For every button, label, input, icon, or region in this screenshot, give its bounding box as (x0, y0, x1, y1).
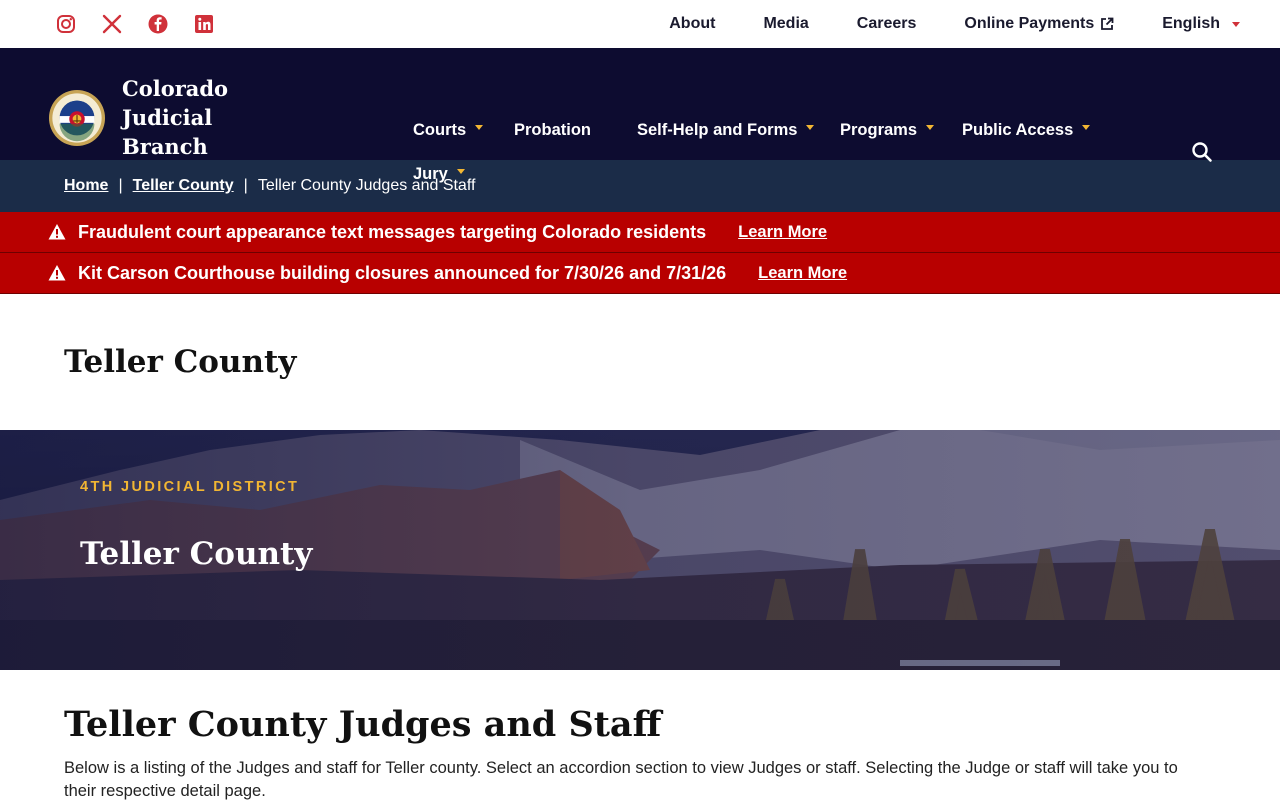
nav-jury[interactable]: Jury (413, 165, 465, 184)
brand-home-link[interactable]: Colorado Judicial Branch (48, 74, 322, 161)
language-selector[interactable]: English (1162, 15, 1240, 33)
social-links (56, 14, 214, 34)
caret-down-icon (926, 125, 935, 130)
colorado-courts-seal-icon (48, 89, 106, 146)
utility-links: About Media Careers Online Payments Engl… (669, 15, 1240, 33)
x-icon[interactable] (102, 14, 122, 34)
nav-programs[interactable]: Programs (840, 121, 935, 140)
nav-courts-label: Courts (413, 121, 467, 139)
nav-probation[interactable]: Probation (514, 121, 591, 140)
nav-public-access-label: Public Access (962, 121, 1074, 139)
brand-name-line1: Colorado Judicial (122, 76, 229, 130)
warning-icon (48, 265, 66, 281)
brand-name: Colorado Judicial Branch (122, 74, 322, 161)
utility-bar: About Media Careers Online Payments Engl… (0, 0, 1280, 48)
breadcrumb-home[interactable]: Home (64, 177, 108, 195)
breadcrumb-separator: | (118, 177, 123, 194)
online-payments-link[interactable]: Online Payments (964, 15, 1114, 33)
main-content: Teller County Judges and Staff Below is … (0, 670, 1280, 800)
media-link[interactable]: Media (763, 15, 808, 33)
nav-jury-label: Jury (413, 165, 448, 183)
alert-learn-more-link[interactable]: Learn More (758, 264, 847, 283)
caret-down-icon (1082, 125, 1091, 130)
alert-banner: Fraudulent court appearance text message… (0, 212, 1280, 253)
online-payments-label: Online Payments (964, 15, 1095, 32)
nav-programs-label: Programs (840, 121, 918, 139)
caret-down-icon (456, 169, 465, 174)
nav-self-help-label: Self-Help and Forms (637, 121, 798, 139)
county-title-section: Teller County (0, 294, 1280, 430)
careers-link[interactable]: Careers (857, 15, 917, 33)
nav-probation-label: Probation (514, 121, 591, 139)
alert-learn-more-link[interactable]: Learn More (738, 223, 827, 242)
warning-icon (48, 224, 66, 240)
alert-message: Kit Carson Courthouse building closures … (78, 262, 727, 283)
caret-down-icon (806, 125, 815, 130)
content-heading: Teller County Judges and Staff (64, 704, 662, 745)
instagram-icon[interactable] (56, 14, 76, 34)
hero-eyebrow: 4TH JUDICIAL DISTRICT (80, 479, 300, 495)
linkedin-icon[interactable] (194, 14, 214, 34)
alert-banner: Kit Carson Courthouse building closures … (0, 253, 1280, 294)
brand-name-line2: Branch (122, 134, 208, 159)
caret-down-icon (1232, 21, 1240, 27)
main-navigation: Colorado Judicial Branch Courts Probatio… (0, 48, 1280, 183)
content-intro: Below is a listing of the Judges and sta… (64, 759, 1178, 800)
alert-message: Fraudulent court appearance text message… (78, 221, 707, 242)
page-title: Teller County (64, 344, 297, 380)
hero-banner: 4TH JUDICIAL DISTRICT Teller County (0, 430, 1280, 670)
nav-public-access[interactable]: Public Access (962, 121, 1091, 140)
breadcrumb-separator: | (243, 177, 248, 194)
nav-self-help-forms[interactable]: Self-Help and Forms (637, 121, 815, 140)
breadcrumb-county[interactable]: Teller County (133, 177, 234, 195)
breadcrumb: Home | Teller County | Teller County Jud… (0, 160, 1280, 212)
caret-down-icon (475, 125, 484, 130)
nav-courts[interactable]: Courts (413, 121, 484, 140)
language-label: English (1162, 15, 1220, 32)
facebook-icon[interactable] (148, 14, 168, 34)
search-icon[interactable] (1191, 141, 1213, 163)
about-link[interactable]: About (669, 15, 715, 33)
external-link-icon (1101, 17, 1114, 30)
hero-title: Teller County (80, 536, 313, 572)
